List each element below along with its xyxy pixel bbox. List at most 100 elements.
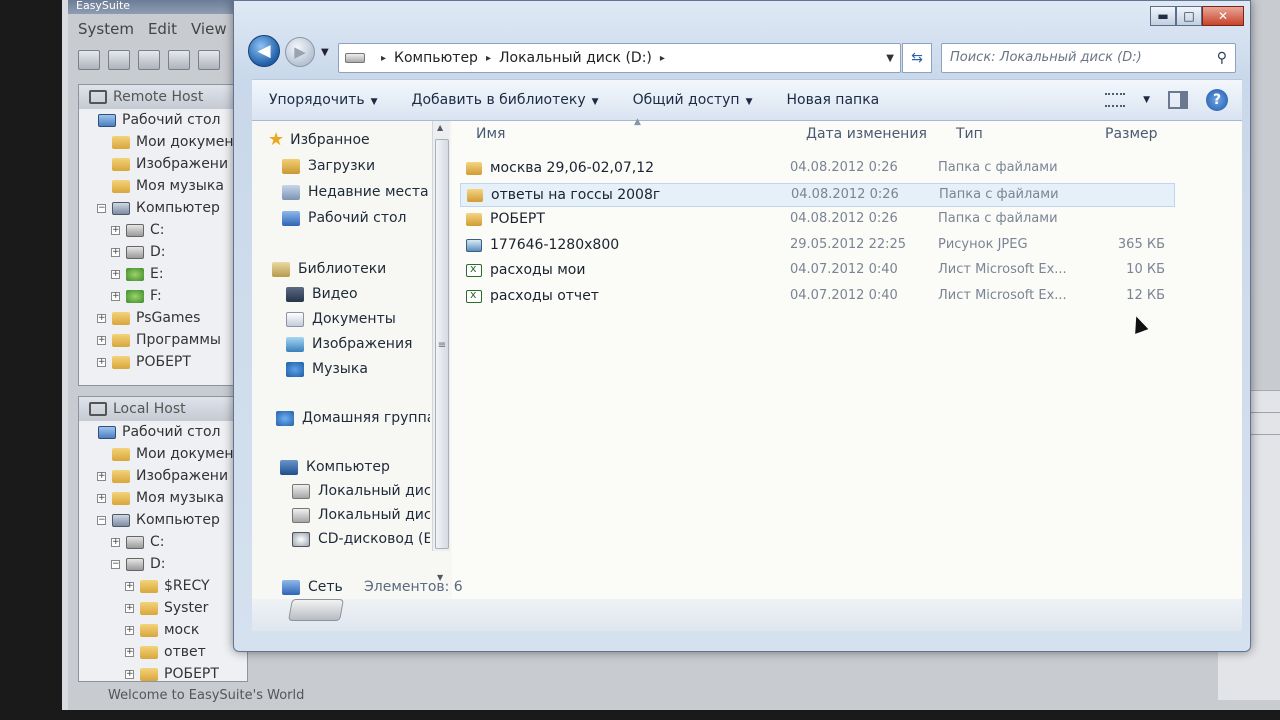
- tree-expander-icon[interactable]: +: [125, 603, 134, 613]
- new-folder-button[interactable]: Новая папка: [770, 92, 897, 108]
- search-icon[interactable]: ⚲: [1217, 44, 1227, 72]
- tree-item[interactable]: − D:: [79, 553, 247, 575]
- tree-expander-icon[interactable]: −: [97, 515, 106, 525]
- menu-view[interactable]: View: [191, 20, 227, 38]
- tree-item[interactable]: + РОБЕРТ: [79, 663, 247, 685]
- tree-item[interactable]: Моя музыка: [79, 175, 247, 197]
- breadcrumb-local-disk-d[interactable]: Локальный диск (D:): [499, 50, 652, 66]
- tree-expander-icon[interactable]: −: [111, 559, 120, 569]
- file-row[interactable]: расходы мои 04.07.2012 0:40 Лист Microsoft…: [460, 259, 1175, 283]
- nav-item[interactable]: Локальный диск: [292, 504, 430, 526]
- tree-item[interactable]: − Компьютер: [79, 197, 247, 219]
- tree-expander-icon[interactable]: +: [97, 335, 106, 345]
- tree-item[interactable]: + C:: [79, 531, 247, 553]
- tree-expander-icon[interactable]: +: [97, 493, 106, 503]
- tree-item[interactable]: + PsGames: [79, 307, 247, 329]
- navigation-pane-scrollbar[interactable]: ▲ ≡ ▼: [432, 121, 450, 582]
- tree-item[interactable]: + E:: [79, 263, 247, 285]
- tree-expander-icon[interactable]: +: [125, 647, 134, 657]
- tree-item[interactable]: + Программы: [79, 329, 247, 351]
- nav-item[interactable]: Сеть: [282, 576, 343, 598]
- tree-expander-icon[interactable]: +: [125, 625, 134, 635]
- toolbar-download-icon[interactable]: [168, 50, 190, 70]
- scroll-thumb[interactable]: ≡: [435, 139, 449, 549]
- nav-item[interactable]: Недавние места: [282, 181, 429, 203]
- tree-item[interactable]: Мои докумен: [79, 443, 247, 465]
- toolbar-settings-icon[interactable]: [198, 50, 220, 70]
- add-to-library-button[interactable]: Добавить в библиотеку ▼: [395, 92, 616, 108]
- toolbar-upload-icon[interactable]: [138, 50, 160, 70]
- column-size[interactable]: Размер: [1105, 126, 1158, 142]
- nav-item[interactable]: ★ Избранное: [268, 129, 370, 151]
- tree-item[interactable]: + D:: [79, 241, 247, 263]
- tree-item[interactable]: Мои докумен: [79, 131, 247, 153]
- nav-item[interactable]: Музыка: [286, 358, 368, 380]
- forward-button[interactable]: ▶: [285, 37, 315, 67]
- tree-expander-icon[interactable]: +: [125, 581, 134, 591]
- nav-item[interactable]: Домашняя группа: [276, 407, 430, 429]
- nav-item[interactable]: Изображения: [286, 333, 412, 355]
- column-type[interactable]: Тип: [956, 126, 983, 142]
- change-view-icon[interactable]: [1105, 93, 1126, 107]
- breadcrumb-separator[interactable]: ▸: [486, 53, 491, 64]
- tree-item[interactable]: + ответ: [79, 641, 247, 663]
- tree-expander-icon[interactable]: +: [111, 537, 120, 547]
- tree-expander-icon[interactable]: +: [97, 313, 106, 323]
- minimize-button[interactable]: ▬: [1150, 6, 1176, 26]
- menu-system[interactable]: System: [78, 20, 134, 38]
- tree-item[interactable]: + F:: [79, 285, 247, 307]
- view-options-dropdown[interactable]: ▼: [1143, 95, 1150, 105]
- nav-item[interactable]: Документы: [286, 308, 396, 330]
- nav-item[interactable]: Рабочий стол: [282, 207, 407, 229]
- nav-item[interactable]: Компьютер: [280, 456, 390, 478]
- tree-item[interactable]: + РОБЕРТ: [79, 351, 247, 373]
- nav-item[interactable]: Библиотеки: [272, 258, 386, 280]
- address-history-dropdown[interactable]: ▼: [880, 53, 900, 64]
- tree-expander-icon[interactable]: +: [111, 269, 120, 279]
- tree-item[interactable]: + C:: [79, 219, 247, 241]
- address-bar[interactable]: ▸ Компьютер ▸ Локальный диск (D:) ▸ ▼: [338, 43, 901, 73]
- breadcrumb-computer[interactable]: Компьютер: [394, 50, 478, 66]
- tree-expander-icon[interactable]: +: [111, 291, 120, 301]
- recent-pages-dropdown[interactable]: ▼: [321, 47, 329, 58]
- tree-expander-icon[interactable]: +: [111, 225, 120, 235]
- nav-item[interactable]: Видео: [286, 283, 358, 305]
- close-button[interactable]: ✕: [1202, 6, 1244, 26]
- tree-item[interactable]: − Компьютер: [79, 509, 247, 531]
- file-row[interactable]: РОБЕРТ 04.08.2012 0:26 Папка с файлами: [460, 208, 1175, 232]
- organize-button[interactable]: Упорядочить ▼: [252, 92, 395, 108]
- file-row[interactable]: москва 29,06-02,07,12 04.08.2012 0:26 Папк…: [460, 157, 1175, 181]
- tree-expander-icon[interactable]: +: [111, 247, 120, 257]
- tree-expander-icon[interactable]: −: [97, 203, 106, 213]
- maximize-button[interactable]: □: [1176, 6, 1202, 26]
- toolbar-disconnect-icon[interactable]: [108, 50, 130, 70]
- back-button[interactable]: ◀: [248, 35, 280, 67]
- toolbar-connect-icon[interactable]: [78, 50, 100, 70]
- tree-item[interactable]: Рабочий стол: [79, 109, 247, 131]
- scroll-up-icon[interactable]: ▲: [437, 123, 443, 132]
- refresh-button[interactable]: ⇆: [902, 43, 932, 73]
- breadcrumb-separator[interactable]: ▸: [381, 53, 386, 64]
- file-row[interactable]: 177646-1280x800 29.05.2012 22:25 Рисунок J…: [460, 234, 1175, 258]
- tree-item[interactable]: + Syster: [79, 597, 247, 619]
- tree-item[interactable]: + $RECY: [79, 575, 247, 597]
- file-row[interactable]: ответы на госсы 2008г 04.08.2012 0:26 Папк…: [460, 182, 1175, 207]
- search-input[interactable]: Поиск: Локальный диск (D:) ⚲: [941, 43, 1236, 73]
- tree-item[interactable]: + моск: [79, 619, 247, 641]
- menu-edit[interactable]: Edit: [148, 20, 177, 38]
- tree-item[interactable]: + Изображени: [79, 465, 247, 487]
- tree-item[interactable]: Изображени: [79, 153, 247, 175]
- tree-expander-icon[interactable]: +: [97, 357, 106, 367]
- column-name[interactable]: Имя: [476, 126, 505, 142]
- tree-item[interactable]: + Моя музыка: [79, 487, 247, 509]
- tree-item[interactable]: Рабочий стол: [79, 421, 247, 443]
- tree-expander-icon[interactable]: +: [97, 471, 106, 481]
- preview-pane-icon[interactable]: [1168, 91, 1188, 109]
- help-icon[interactable]: ?: [1206, 89, 1228, 111]
- share-with-button[interactable]: Общий доступ ▼: [616, 92, 770, 108]
- nav-item[interactable]: CD-дисковод (E:: [292, 528, 430, 550]
- nav-item[interactable]: Загрузки: [282, 155, 375, 177]
- file-row[interactable]: расходы отчет 04.07.2012 0:40 Лист Microso…: [460, 285, 1175, 309]
- nav-item[interactable]: Локальный диск: [292, 480, 430, 502]
- tree-expander-icon[interactable]: +: [125, 669, 134, 679]
